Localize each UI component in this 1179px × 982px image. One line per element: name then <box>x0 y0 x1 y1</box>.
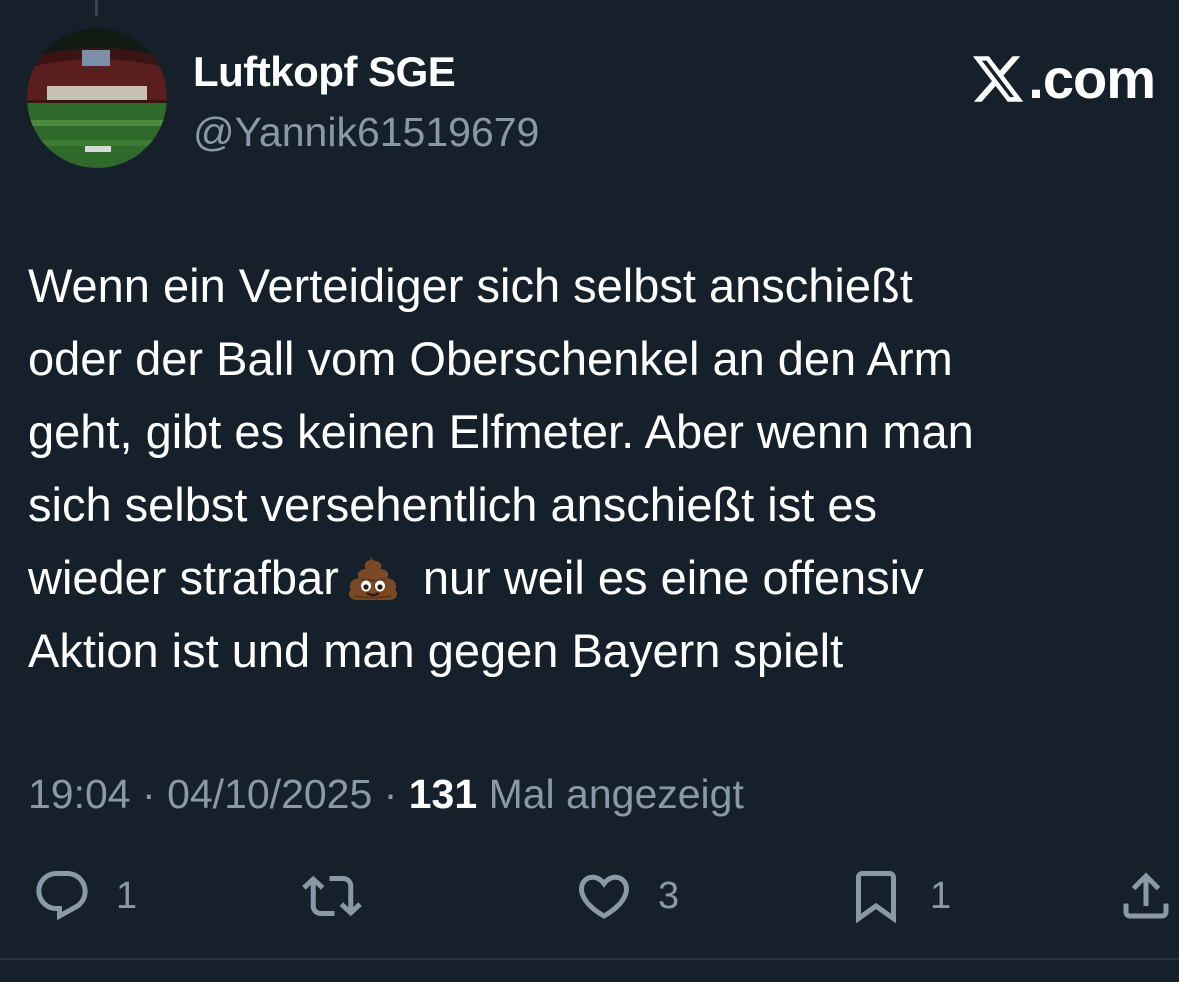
tweet-line: geht, gibt es keinen Elfmeter. Aber wenn… <box>28 405 974 458</box>
thread-connector-line <box>95 0 98 16</box>
tweet-meta: 19:04 · 04/10/2025 · 131 Mal angezeigt <box>28 768 744 820</box>
reply-count: 1 <box>116 875 138 917</box>
tweet-line: Aktion ist und man gegen Bayern spielt <box>28 624 844 677</box>
brand-text: .com <box>1028 47 1156 110</box>
tweet-line: sich selbst versehentlich anschießt ist … <box>28 478 877 531</box>
reply-button[interactable]: 1 <box>32 866 137 926</box>
meta-separator: · <box>142 771 156 817</box>
like-button[interactable]: 3 <box>574 866 679 926</box>
views-count: 131 <box>408 771 478 817</box>
retweet-button[interactable] <box>302 866 386 926</box>
brand-watermark: .com <box>970 47 1156 110</box>
x-logo-icon <box>973 56 1024 102</box>
user-handle[interactable]: @Yannik61519679 <box>193 106 539 158</box>
pile-of-poo-emoji <box>348 553 397 600</box>
tweet-text: Wenn ein Verteidiger sich selbst anschie… <box>28 249 1148 687</box>
bottom-divider <box>0 958 1179 960</box>
meta-separator: · <box>383 771 398 817</box>
heart-icon <box>578 874 630 919</box>
tweet-line: oder der Ball vom Oberschenkel an den Ar… <box>28 332 953 385</box>
share-button[interactable] <box>1116 866 1176 926</box>
display-name[interactable]: Luftkopf SGE <box>193 46 456 98</box>
bookmark-button[interactable]: 1 <box>846 866 951 926</box>
tweet-time[interactable]: 19:04 <box>28 771 131 817</box>
views-label: Mal angezeigt <box>488 771 744 817</box>
tweet-line-part: nur weil es eine offensiv <box>422 551 924 604</box>
retweet-icon <box>302 875 362 917</box>
tweet-date[interactable]: 04/10/2025 <box>167 771 372 817</box>
reply-icon <box>36 871 88 921</box>
bookmark-count: 1 <box>930 875 952 917</box>
tweet-line-part: wieder strafbar <box>28 551 339 604</box>
share-icon <box>1123 872 1169 919</box>
avatar[interactable] <box>27 28 167 168</box>
bookmark-icon <box>856 871 896 924</box>
tweet-line-with-emoji: wieder strafbar nur weil es eine offensi… <box>28 541 1148 614</box>
stadium-avatar-image <box>27 28 167 168</box>
tweet-line: Wenn ein Verteidiger sich selbst anschie… <box>28 259 913 312</box>
like-count: 3 <box>658 875 680 917</box>
